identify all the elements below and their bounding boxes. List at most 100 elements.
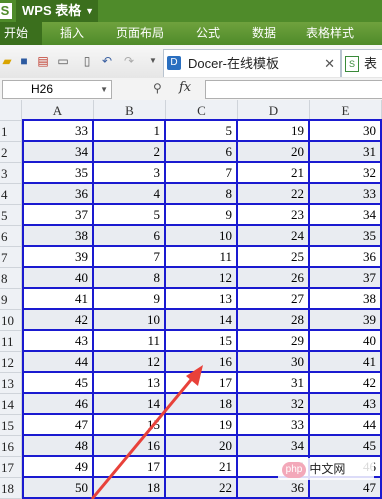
cell[interactable]: 4: [94, 184, 166, 205]
menu-item-start[interactable]: 开始: [0, 22, 42, 45]
pdf-icon[interactable]: ▤: [36, 54, 50, 68]
cell[interactable]: 2: [94, 142, 166, 163]
cell[interactable]: 17: [94, 457, 166, 478]
cell[interactable]: 19: [238, 121, 310, 142]
row-header[interactable]: 10: [0, 310, 22, 331]
column-header-c[interactable]: C: [166, 100, 238, 121]
menu-item-data[interactable]: 数据: [252, 22, 276, 45]
cell[interactable]: 43: [22, 331, 94, 352]
chevron-down-icon[interactable]: ▼: [100, 81, 108, 98]
cell[interactable]: 36: [238, 478, 310, 499]
menu-item-table-style[interactable]: 表格样式: [306, 22, 354, 45]
cell[interactable]: 3: [94, 163, 166, 184]
app-menu-button[interactable]: WPS 表格 ▼: [16, 0, 98, 22]
cell[interactable]: 45: [310, 436, 382, 457]
menu-item-insert[interactable]: 插入: [60, 22, 84, 45]
row-header[interactable]: 8: [0, 268, 22, 289]
cell[interactable]: 48: [22, 436, 94, 457]
cell[interactable]: 13: [166, 289, 238, 310]
cell[interactable]: 36: [310, 247, 382, 268]
cell[interactable]: 10: [166, 226, 238, 247]
cell[interactable]: 38: [310, 289, 382, 310]
row-header[interactable]: 2: [0, 142, 22, 163]
cell[interactable]: 14: [94, 394, 166, 415]
cell[interactable]: 18: [94, 478, 166, 499]
cell[interactable]: 13: [94, 373, 166, 394]
cell[interactable]: 21: [166, 457, 238, 478]
cell[interactable]: 9: [94, 289, 166, 310]
cell[interactable]: 31: [238, 373, 310, 394]
cell[interactable]: 46: [22, 394, 94, 415]
row-header[interactable]: 11: [0, 331, 22, 352]
cell[interactable]: 16: [94, 436, 166, 457]
undo-icon[interactable]: ↶: [100, 54, 114, 68]
tab-docer-templates[interactable]: D Docer-在线模板 ✕: [163, 49, 341, 77]
cell[interactable]: 22: [166, 478, 238, 499]
cell[interactable]: 33: [310, 184, 382, 205]
close-icon[interactable]: ✕: [324, 50, 335, 77]
cell[interactable]: 17: [166, 373, 238, 394]
cell[interactable]: 32: [310, 163, 382, 184]
folder-open-icon[interactable]: ▰: [0, 54, 14, 68]
cell[interactable]: 30: [238, 352, 310, 373]
cell[interactable]: 49: [22, 457, 94, 478]
zoom-icon[interactable]: ⚲: [153, 81, 162, 95]
cell[interactable]: 26: [238, 268, 310, 289]
cell[interactable]: 41: [310, 352, 382, 373]
row-header[interactable]: 18: [0, 478, 22, 499]
row-header[interactable]: 4: [0, 184, 22, 205]
cell[interactable]: 5: [166, 121, 238, 142]
redo-icon[interactable]: ↷: [122, 54, 136, 68]
cell[interactable]: 20: [238, 142, 310, 163]
cell[interactable]: 11: [166, 247, 238, 268]
cell[interactable]: 8: [166, 184, 238, 205]
cell[interactable]: 7: [166, 163, 238, 184]
cell[interactable]: 32: [238, 394, 310, 415]
cell[interactable]: 35: [310, 226, 382, 247]
cell[interactable]: 18: [166, 394, 238, 415]
cell[interactable]: 31: [310, 142, 382, 163]
row-header[interactable]: 15: [0, 415, 22, 436]
cell[interactable]: 9: [166, 205, 238, 226]
column-header-a[interactable]: A: [22, 100, 94, 121]
cell[interactable]: 12: [94, 352, 166, 373]
cell[interactable]: 44: [310, 415, 382, 436]
cell[interactable]: 14: [166, 310, 238, 331]
print-icon[interactable]: ▭: [56, 54, 70, 68]
cell[interactable]: 5: [94, 205, 166, 226]
cell[interactable]: 23: [238, 205, 310, 226]
cell[interactable]: 39: [22, 247, 94, 268]
row-header[interactable]: 6: [0, 226, 22, 247]
print-preview-icon[interactable]: ▯: [80, 54, 94, 68]
row-header[interactable]: 7: [0, 247, 22, 268]
cell[interactable]: 19: [166, 415, 238, 436]
cell[interactable]: 37: [310, 268, 382, 289]
cell[interactable]: 16: [166, 352, 238, 373]
cell[interactable]: 15: [166, 331, 238, 352]
row-header[interactable]: 14: [0, 394, 22, 415]
cell[interactable]: 28: [238, 310, 310, 331]
cell[interactable]: 6: [94, 226, 166, 247]
cell[interactable]: 33: [238, 415, 310, 436]
cell[interactable]: 34: [310, 205, 382, 226]
row-header[interactable]: 17: [0, 457, 22, 478]
cell[interactable]: 35: [22, 163, 94, 184]
row-header[interactable]: 1: [0, 121, 22, 142]
cell[interactable]: 34: [22, 142, 94, 163]
cell[interactable]: 39: [310, 310, 382, 331]
row-header[interactable]: 13: [0, 373, 22, 394]
menu-item-page-layout[interactable]: 页面布局: [116, 22, 164, 45]
cell[interactable]: 47: [22, 415, 94, 436]
cell[interactable]: 37: [22, 205, 94, 226]
cell[interactable]: 27: [238, 289, 310, 310]
cell[interactable]: 43: [310, 394, 382, 415]
column-header-e[interactable]: E: [310, 100, 382, 121]
cell[interactable]: 34: [238, 436, 310, 457]
row-header[interactable]: 5: [0, 205, 22, 226]
cell[interactable]: 24: [238, 226, 310, 247]
row-header[interactable]: 12: [0, 352, 22, 373]
save-icon[interactable]: ■: [17, 54, 31, 68]
fx-icon[interactable]: fx: [179, 80, 191, 95]
cell[interactable]: 33: [22, 121, 94, 142]
menu-item-formula[interactable]: 公式: [196, 22, 220, 45]
